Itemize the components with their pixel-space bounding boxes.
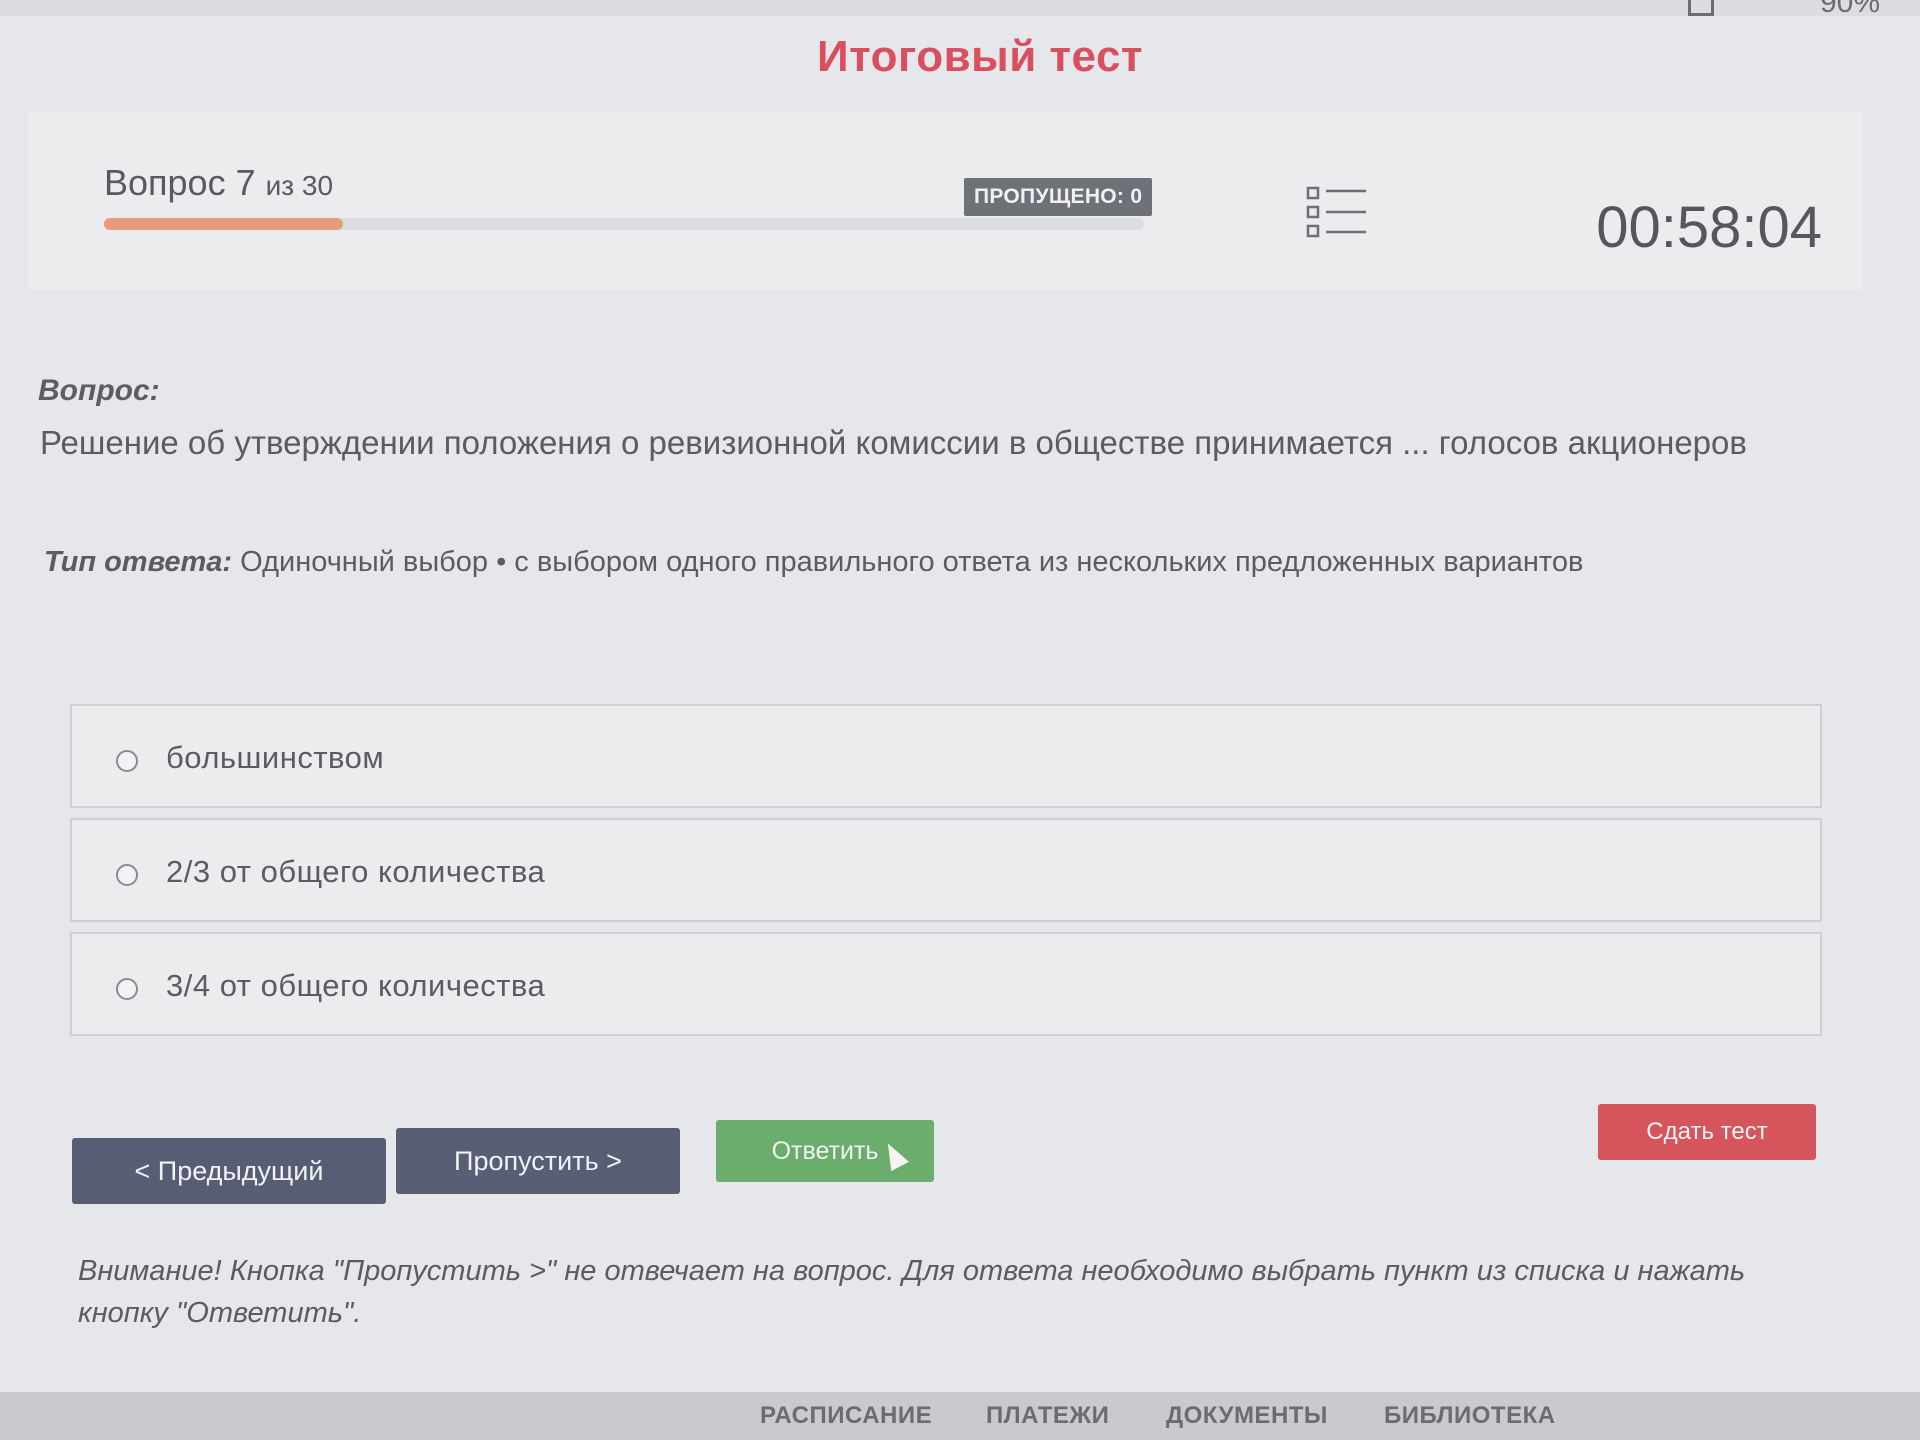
skip-button[interactable]: Пропустить > (396, 1128, 680, 1194)
submit-test-button[interactable]: Сдать тест (1598, 1104, 1816, 1160)
footer-link-payments[interactable]: ПЛАТЕЖИ (986, 1402, 1109, 1430)
countdown-timer: 00:58:04 (1596, 195, 1822, 260)
question-label: Вопрос: (38, 374, 160, 407)
previous-button[interactable]: < Предыдущий (72, 1138, 386, 1204)
question-counter: Вопрос 7 из 30 (104, 162, 333, 204)
progress-fill (104, 218, 344, 230)
question-list-icon[interactable] (1306, 182, 1368, 242)
answer-type-label: Тип ответа: (44, 546, 233, 578)
answer-option-label: 3/4 от общего количества (166, 968, 546, 1003)
browser-toolbar: 90% (0, 0, 1920, 19)
progress-bar (104, 218, 1144, 230)
answer-option-3[interactable]: 3/4 от общего количества (70, 932, 1822, 1036)
footer-link-library[interactable]: БИБЛИОТЕКА (1384, 1402, 1556, 1430)
radio-button[interactable] (116, 864, 138, 886)
answer-type: Тип ответа: Одиночный выбор • с выбором … (44, 546, 1904, 579)
answer-option-label: большинством (166, 740, 385, 775)
answer-option-2[interactable]: 2/3 от общего количества (70, 818, 1822, 922)
footer-link-documents[interactable]: ДОКУМЕНТЫ (1166, 1402, 1328, 1430)
answer-option-1[interactable]: большинством (70, 704, 1822, 808)
answer-option-label: 2/3 от общего количества (166, 854, 546, 889)
skipped-badge: ПРОПУЩЕНО: 0 (964, 178, 1153, 216)
radio-button[interactable] (116, 750, 138, 772)
footer-link-schedule[interactable]: РАСПИСАНИЕ (760, 1402, 932, 1430)
question-number: Вопрос 7 (104, 162, 256, 203)
zoom-level[interactable]: 90% (1820, 0, 1880, 20)
test-header: Вопрос 7 из 30 ПРОПУЩЕНО: 0 00:58:04 (28, 112, 1862, 290)
answer-type-text: Одиночный выбор • с выбором одного прави… (240, 546, 1584, 578)
question-total: из 30 (265, 170, 334, 201)
warning-note: Внимание! Кнопка "Пропустить >" не отвеч… (78, 1255, 1746, 1329)
radio-button[interactable] (116, 978, 138, 1000)
footer-nav: РАСПИСАНИЕ ПЛАТЕЖИ ДОКУМЕНТЫ БИБЛИОТЕКА (0, 1392, 1920, 1440)
page-title: Итоговый тест (817, 32, 1143, 81)
question-text: Решение об утверждении положения о ревиз… (40, 424, 1747, 461)
bookmark-icon[interactable] (1688, 0, 1714, 16)
